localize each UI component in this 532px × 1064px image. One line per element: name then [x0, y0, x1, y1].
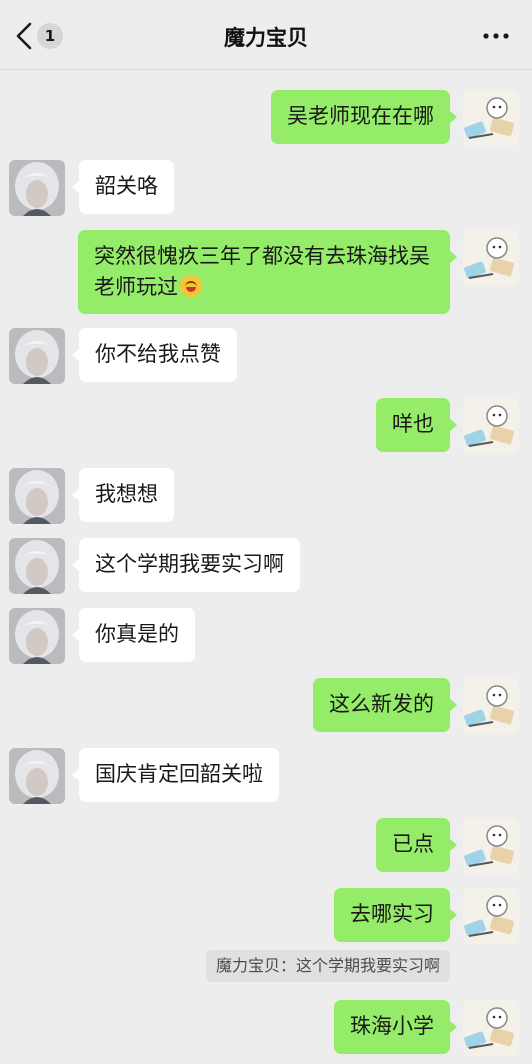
my-avatar[interactable]	[463, 818, 519, 874]
message-text: 这个学期我要实习啊	[95, 552, 284, 576]
contact-avatar[interactable]	[9, 160, 65, 216]
message-row: 这么新发的	[0, 676, 532, 736]
message-bubble[interactable]: 突然很愧疚三年了都没有去珠海找吴老师玩过	[78, 230, 457, 314]
contact-avatar[interactable]	[9, 748, 65, 804]
message-bubble[interactable]: 这个学期我要实习啊	[72, 538, 300, 592]
message-bubble[interactable]: 去哪实习	[334, 888, 457, 942]
quoted-message[interactable]: 魔力宝贝：这个学期我要实习啊	[205, 950, 450, 982]
message-text: 已点	[392, 832, 434, 856]
message-bubble[interactable]: 这么新发的	[313, 678, 457, 732]
message-row: 国庆肯定回韶关啦	[0, 746, 532, 806]
message-bubble[interactable]: 吴老师现在在哪	[271, 90, 457, 144]
message-text: 你真是的	[95, 622, 179, 646]
message-row: 突然很愧疚三年了都没有去珠海找吴老师玩过	[0, 228, 532, 314]
message-row: 你真是的	[0, 606, 532, 666]
my-avatar[interactable]	[463, 1000, 519, 1056]
message-bubble[interactable]: 我想想	[72, 468, 174, 522]
my-avatar[interactable]	[463, 678, 519, 734]
contact-avatar[interactable]	[9, 608, 65, 664]
message-row: 这个学期我要实习啊	[0, 536, 532, 596]
message-text: 去哪实习	[350, 902, 434, 926]
message-bubble[interactable]: 珠海小学	[334, 1000, 457, 1054]
message-text: 我想想	[95, 482, 158, 506]
message-row: 韶关咯	[0, 158, 532, 218]
message-row: 珠海小学	[0, 998, 532, 1058]
my-avatar[interactable]	[463, 90, 519, 146]
message-text: 突然很愧疚三年了都没有去珠海找吴老师玩过	[94, 244, 430, 299]
message-bubble[interactable]: 韶关咯	[72, 160, 174, 214]
message-text: 你不给我点赞	[95, 342, 221, 366]
message-row: 你不给我点赞	[0, 326, 532, 386]
message-row: 吴老师现在在哪	[0, 88, 532, 148]
my-avatar[interactable]	[463, 398, 519, 454]
message-row: 已点	[0, 816, 532, 876]
message-text: 国庆肯定回韶关啦	[95, 762, 263, 786]
message-bubble[interactable]: 已点	[376, 818, 457, 872]
chat-title: 魔力宝贝	[224, 26, 308, 50]
message-text: 韶关咯	[95, 174, 158, 198]
message-text: 吴老师现在在哪	[287, 104, 434, 128]
message-bubble[interactable]: 咩也	[376, 398, 457, 452]
message-text: 咩也	[392, 412, 434, 436]
more-icon[interactable]	[478, 22, 514, 50]
message-bubble[interactable]: 你不给我点赞	[72, 328, 237, 382]
chat-header: 1 魔力宝贝	[0, 0, 532, 70]
message-text: 珠海小学	[350, 1014, 434, 1038]
my-avatar[interactable]	[463, 230, 519, 286]
contact-avatar[interactable]	[9, 328, 65, 384]
contact-avatar[interactable]	[9, 538, 65, 594]
message-row: 咩也	[0, 396, 532, 456]
grinning-face-emoji	[180, 275, 202, 297]
message-text: 这么新发的	[329, 692, 434, 716]
message-row: 去哪实习	[0, 886, 532, 946]
message-bubble[interactable]: 你真是的	[72, 608, 195, 662]
message-row: 我想想	[0, 466, 532, 526]
contact-avatar[interactable]	[9, 468, 65, 524]
my-avatar[interactable]	[463, 888, 519, 944]
message-bubble[interactable]: 国庆肯定回韶关啦	[72, 748, 279, 802]
